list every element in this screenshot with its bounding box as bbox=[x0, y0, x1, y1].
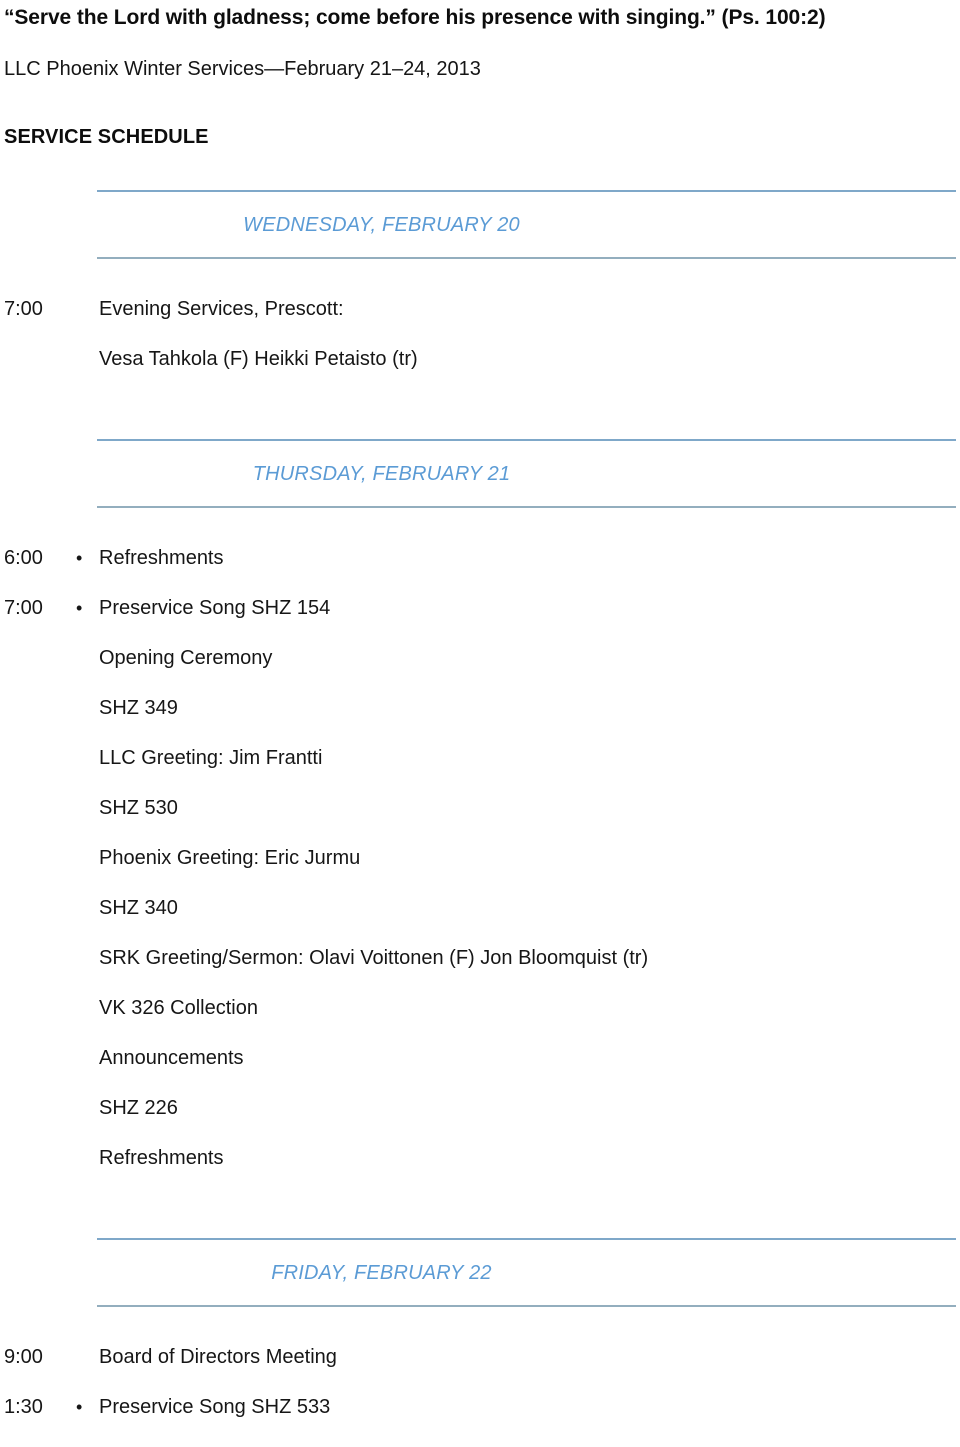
schedule-item-text: SRK Greeting/Sermon: Olavi Voittonen (F)… bbox=[99, 947, 649, 970]
bullet-icon: • bbox=[76, 1397, 83, 1418]
schedule-row: •SHZ 349 bbox=[4, 697, 956, 748]
bullet-icon: • bbox=[76, 548, 83, 569]
service-schedule: WEDNESDAY, FEBRUARY 207:00•Evening Servi… bbox=[4, 148, 956, 1447]
schedule-row: 6:00 • Refreshments bbox=[4, 547, 956, 598]
schedule-row: •SHZ 340 bbox=[4, 897, 956, 948]
schedule-row: •Phoenix Greeting: Eric Jurmu bbox=[4, 847, 956, 898]
schedule-item-text: SHZ 530 bbox=[99, 797, 178, 820]
schedule-list: 7:00•Evening Services, Prescott: •Vesa T… bbox=[4, 298, 956, 399]
schedule-row: 7:00 • Preservice Song SHZ 154 bbox=[4, 597, 956, 648]
section-heading: SERVICE SCHEDULE bbox=[4, 126, 209, 149]
schedule-row: •Opening Ceremony bbox=[4, 647, 956, 698]
schedule-time: 7:00 bbox=[4, 597, 43, 620]
event-title: LLC Phoenix Winter Services—February 21–… bbox=[4, 58, 481, 81]
schedule-row: 1:30 • Preservice Song SHZ 533 bbox=[4, 1396, 956, 1447]
schedule-item-text: Preservice Song SHZ 533 bbox=[99, 1396, 331, 1419]
schedule-time: 9:00 bbox=[4, 1346, 43, 1369]
day-header-block: WEDNESDAY, FEBRUARY 20 bbox=[97, 190, 956, 260]
schedule-row: 9:00•Board of Directors Meeting bbox=[4, 1346, 956, 1397]
schedule-row: •Refreshments bbox=[4, 1147, 956, 1198]
schedule-item-text: Preservice Song SHZ 154 bbox=[99, 597, 331, 620]
schedule-item-text: Phoenix Greeting: Eric Jurmu bbox=[99, 847, 361, 870]
document-page: “Serve the Lord with gladness; come befo… bbox=[0, 0, 960, 1446]
schedule-row: 7:00•Evening Services, Prescott: bbox=[4, 298, 956, 349]
schedule-list: 9:00•Board of Directors Meeting1:30 • Pres… bbox=[4, 1346, 956, 1447]
schedule-item-text: Vesa Tahkola (F) Heikki Petaisto (tr) bbox=[99, 348, 418, 371]
day-label: THURSDAY, FEBRUARY 21 bbox=[252, 463, 511, 486]
bullet-icon: • bbox=[76, 598, 83, 619]
schedule-item-text: SHZ 349 bbox=[99, 697, 178, 720]
schedule-row: •SRK Greeting/Sermon: Olavi Voittonen (F… bbox=[4, 947, 956, 998]
schedule-time: 6:00 bbox=[4, 547, 43, 570]
schedule-item-text: Refreshments bbox=[99, 1147, 224, 1170]
schedule-row: •SHZ 226 bbox=[4, 1097, 956, 1148]
scripture-quote: “Serve the Lord with gladness; come befo… bbox=[4, 6, 826, 29]
schedule-item-text: Refreshments bbox=[99, 547, 224, 570]
schedule-item-text: Announcements bbox=[99, 1047, 244, 1070]
schedule-item-text: SHZ 226 bbox=[99, 1097, 178, 1120]
schedule-row: •LLC Greeting: Jim Frantti bbox=[4, 747, 956, 798]
day-header-block: THURSDAY, FEBRUARY 21 bbox=[97, 439, 956, 509]
day-label: WEDNESDAY, FEBRUARY 20 bbox=[243, 214, 520, 237]
schedule-item-text: Board of Directors Meeting bbox=[99, 1346, 337, 1369]
schedule-row: •Announcements bbox=[4, 1047, 956, 1098]
schedule-row: •Vesa Tahkola (F) Heikki Petaisto (tr) bbox=[4, 348, 956, 399]
day-header-block: FRIDAY, FEBRUARY 22 bbox=[97, 1238, 956, 1308]
schedule-time: 7:00 bbox=[4, 298, 43, 321]
day-label: FRIDAY, FEBRUARY 22 bbox=[271, 1262, 492, 1285]
schedule-row: •VK 326 Collection bbox=[4, 997, 956, 1048]
schedule-item-text: SHZ 340 bbox=[99, 897, 178, 920]
schedule-list: 6:00 • Refreshments 7:00 • Preservice Song SH… bbox=[4, 547, 956, 1198]
schedule-time: 1:30 bbox=[4, 1396, 43, 1419]
schedule-item-text: LLC Greeting: Jim Frantti bbox=[99, 747, 323, 770]
schedule-item-text: Evening Services, Prescott: bbox=[99, 298, 344, 321]
schedule-item-text: Opening Ceremony bbox=[99, 647, 273, 670]
schedule-row: •SHZ 530 bbox=[4, 797, 956, 848]
schedule-item-text: VK 326 Collection bbox=[99, 997, 258, 1020]
